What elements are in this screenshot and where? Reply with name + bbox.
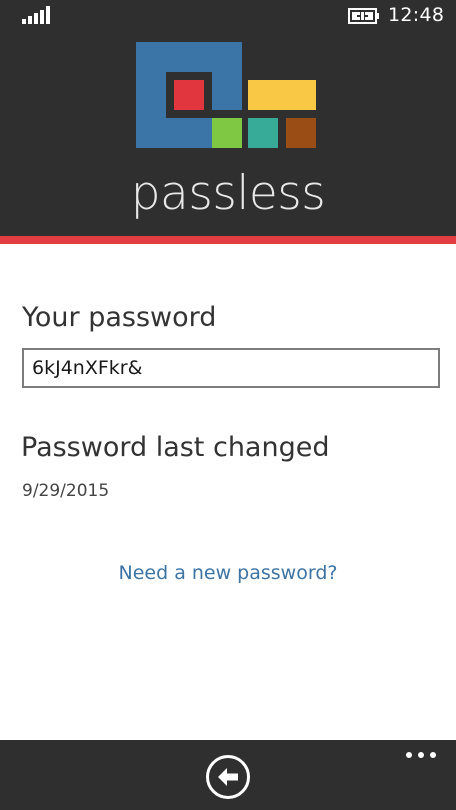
signal-bars-icon xyxy=(22,6,50,24)
status-time: 12:48 xyxy=(388,4,445,26)
password-label: Your password xyxy=(22,302,217,333)
app-name: passless xyxy=(130,166,326,221)
back-arrow-icon[interactable] xyxy=(205,754,251,800)
last-changed-label: Password last changed xyxy=(21,432,330,463)
more-dots-icon[interactable] xyxy=(404,748,438,762)
new-password-link[interactable]: Need a new password? xyxy=(0,562,456,584)
last-changed-date: 9/29/2015 xyxy=(22,481,110,501)
passless-logo-icon xyxy=(136,42,316,148)
status-bar: 12:48 xyxy=(0,0,456,32)
app-screen: 12:48 passless Your password Password la… xyxy=(0,0,456,810)
battery-charging-icon xyxy=(348,8,379,24)
header-accent-bar xyxy=(0,236,456,244)
password-field[interactable] xyxy=(22,348,440,388)
